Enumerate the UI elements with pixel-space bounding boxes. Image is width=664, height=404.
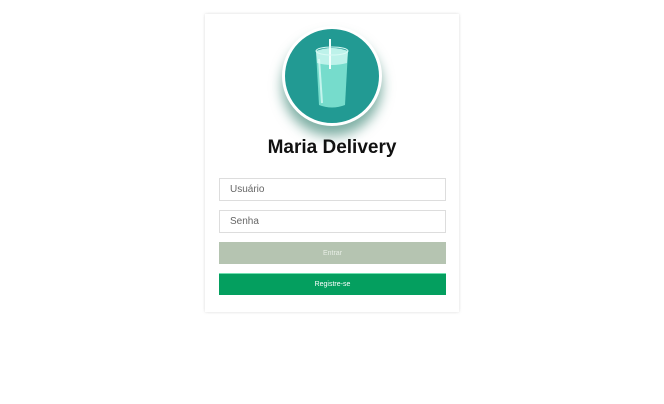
juice-glass-icon bbox=[315, 39, 349, 108]
username-input[interactable] bbox=[219, 178, 446, 201]
app-title: Maria Delivery bbox=[267, 137, 397, 158]
register-button[interactable]: Registre-se bbox=[219, 273, 446, 295]
logo bbox=[282, 26, 382, 126]
login-card: Maria Delivery Entrar Registre-se bbox=[205, 14, 459, 312]
password-input[interactable] bbox=[219, 210, 446, 233]
login-button[interactable]: Entrar bbox=[219, 242, 446, 264]
